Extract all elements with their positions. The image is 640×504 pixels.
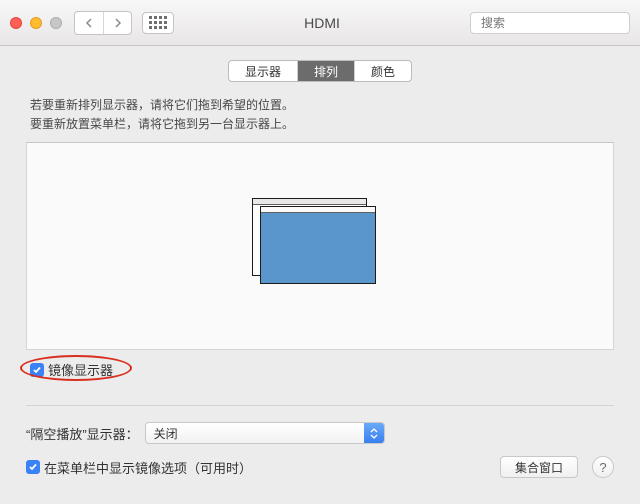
divider xyxy=(26,405,614,406)
instructions: 若要重新排列显示器，请将它们拖到希望的位置。 要重新放置菜单栏，请将它拖到另一台… xyxy=(26,96,614,134)
help-button[interactable]: ? xyxy=(592,456,614,478)
grid-icon xyxy=(149,16,167,29)
show-all-button[interactable] xyxy=(142,12,174,34)
mirror-displays-label: 镜像显示器 xyxy=(48,360,113,379)
mirror-displays-checkbox[interactable] xyxy=(30,363,44,377)
show-in-menubar-label: 在菜单栏中显示镜像选项（可用时） xyxy=(44,458,252,477)
display-icons[interactable] xyxy=(260,206,380,286)
tab-color[interactable]: 颜色 xyxy=(354,61,411,81)
airplay-label: “隔空播放”显示器： xyxy=(26,424,139,443)
airplay-select[interactable]: 关闭 xyxy=(145,422,385,444)
show-in-menubar-checkbox[interactable] xyxy=(26,460,40,474)
search-input[interactable] xyxy=(481,16,636,30)
minimize-button[interactable] xyxy=(30,17,42,29)
tab-display[interactable]: 显示器 xyxy=(229,61,297,81)
tab-bar: 显示器 排列 颜色 xyxy=(228,60,412,82)
airplay-value: 关闭 xyxy=(154,425,178,442)
gather-windows-button[interactable]: 集合窗口 xyxy=(500,456,578,478)
window-title: HDMI xyxy=(174,15,470,31)
back-button[interactable] xyxy=(75,12,103,34)
arrangement-area[interactable] xyxy=(26,142,614,350)
instruction-line-1: 若要重新排列显示器，请将它们拖到希望的位置。 xyxy=(30,96,614,115)
select-stepper-icon xyxy=(364,423,384,443)
forward-button[interactable] xyxy=(103,12,131,34)
instruction-line-2: 要重新放置菜单栏，请将它拖到另一台显示器上。 xyxy=(30,115,614,134)
menubar-front[interactable] xyxy=(261,207,375,213)
tab-arrange[interactable]: 排列 xyxy=(297,61,354,81)
search-field[interactable] xyxy=(470,12,630,34)
nav-back-forward xyxy=(74,11,132,35)
display-front[interactable] xyxy=(260,206,376,284)
zoom-button[interactable] xyxy=(50,17,62,29)
close-button[interactable] xyxy=(10,17,22,29)
menubar-rear[interactable] xyxy=(253,199,366,205)
